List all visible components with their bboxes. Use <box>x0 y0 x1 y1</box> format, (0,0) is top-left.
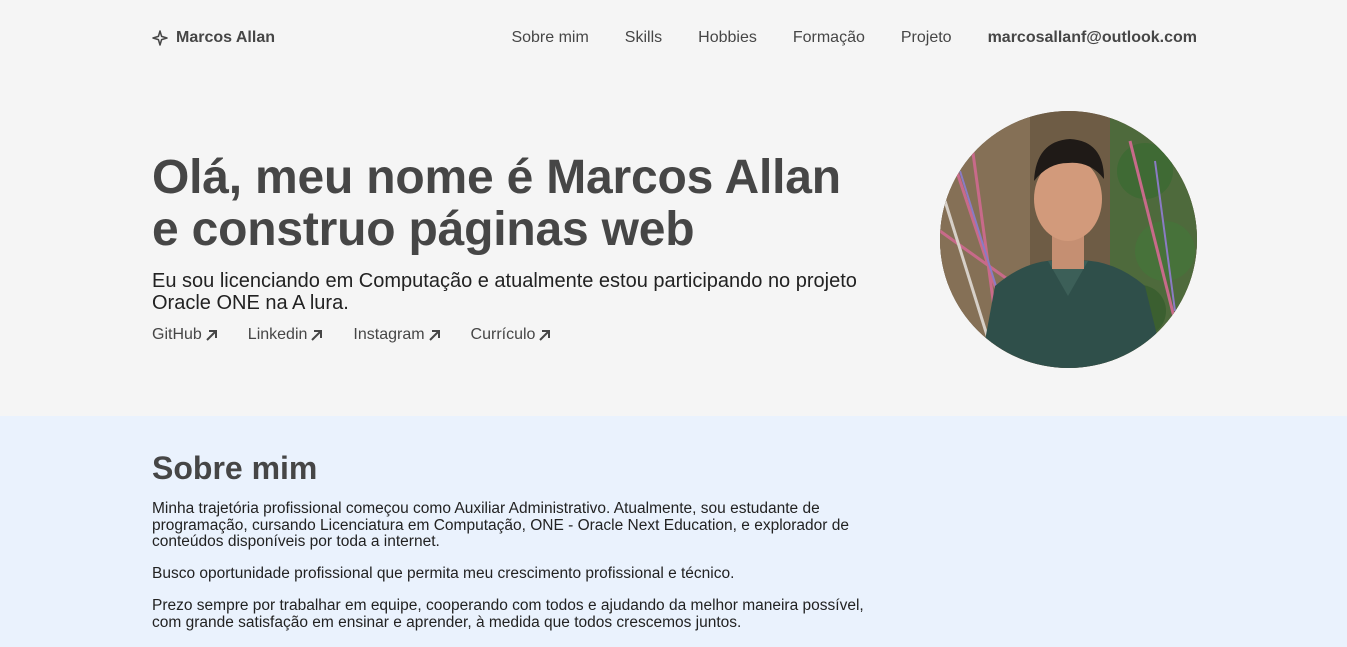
nav-link-sobre-mim[interactable]: Sobre mim <box>511 29 588 47</box>
nav-link-skills[interactable]: Skills <box>625 29 662 47</box>
nav-link-formacao[interactable]: Formação <box>793 29 865 47</box>
curriculo-link[interactable]: Currículo <box>471 326 552 344</box>
arrow-up-right-icon <box>206 329 217 341</box>
arrow-up-right-icon <box>311 329 323 341</box>
hero-section: Olá, meu nome é Marcos Allan e construo … <box>0 80 1347 416</box>
about-paragraph-2: Busco oportunidade profissional que perm… <box>152 565 735 582</box>
hero-title: Olá, meu nome é Marcos Allan e construo … <box>152 152 922 256</box>
sparkle-icon <box>152 30 168 46</box>
about-heading: Sobre mim <box>152 450 318 486</box>
github-link[interactable]: GitHub <box>152 326 218 344</box>
hero-title-line-2: e construo páginas web <box>152 203 695 256</box>
github-link-label: GitHub <box>152 326 202 343</box>
hero-subtitle: Eu sou licenciando em Computação e atual… <box>152 270 857 314</box>
about-paragraph-1: Minha trajetória profissional começou co… <box>152 500 849 550</box>
main-nav: Sobre mim Skills Hobbies Formação Projet… <box>511 29 1197 47</box>
instagram-link-label: Instagram <box>353 326 425 343</box>
nav-link-hobbies[interactable]: Hobbies <box>698 29 757 47</box>
social-links: GitHub Linkedin Instagram Currículo <box>152 326 551 344</box>
instagram-link[interactable]: Instagram <box>353 326 440 344</box>
profile-photo <box>940 111 1197 368</box>
linkedin-link-label: Linkedin <box>247 326 308 343</box>
curriculo-link-label: Currículo <box>470 326 536 343</box>
linkedin-link[interactable]: Linkedin <box>248 326 324 344</box>
arrow-up-right-icon <box>539 329 551 341</box>
email-link[interactable]: marcosallanf@outlook.com <box>988 29 1197 47</box>
about-section: Sobre mim Minha trajetória profissional … <box>0 416 1347 647</box>
brand-name: Marcos Allan <box>176 29 275 46</box>
hero-title-line-1: Olá, meu nome é Marcos Allan <box>152 151 841 204</box>
nav-link-projeto[interactable]: Projeto <box>901 29 952 47</box>
site-header: Marcos Allan Sobre mim Skills Hobbies Fo… <box>0 0 1347 80</box>
brand-logo[interactable]: Marcos Allan <box>152 29 275 47</box>
arrow-up-right-icon <box>428 329 440 341</box>
about-paragraph-3: Prezo sempre por trabalhar em equipe, co… <box>152 597 864 631</box>
